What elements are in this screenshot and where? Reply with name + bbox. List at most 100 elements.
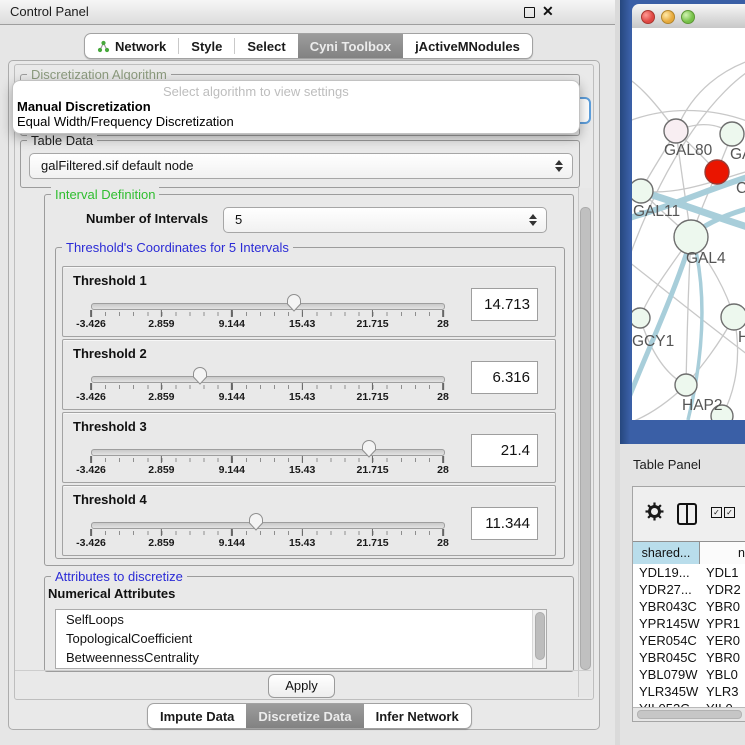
tab-cyni-toolbox[interactable]: Cyni Toolbox [298, 34, 403, 58]
table-data-combo-value: galFiltered.sif default node [41, 154, 193, 178]
attributes-group: Attributes to discretize Numerical Attri… [44, 576, 574, 672]
stepper-icon [554, 160, 563, 172]
float-window-icon[interactable] [524, 7, 535, 18]
tab-discretize-data[interactable]: Discretize Data [246, 704, 363, 728]
column-header-name[interactable]: na [700, 542, 745, 564]
table-data-combo[interactable]: galFiltered.sif default node [29, 153, 573, 179]
label-gal11: GAL11 [633, 203, 680, 220]
apply-button[interactable]: Apply [268, 674, 335, 698]
horizontal-scrollbar[interactable] [633, 707, 745, 721]
threshold-2-slider-track[interactable] [91, 376, 445, 383]
interval-definition-title: Interval Definition [51, 187, 159, 202]
label-gal4: GAL4 [686, 250, 726, 267]
threshold-4-slider-track[interactable] [91, 522, 445, 529]
threshold-coordinates-title: Threshold's Coordinates for 5 Intervals [62, 240, 293, 255]
table-row[interactable]: YPR145WYPR1 [633, 615, 745, 632]
bottom-tab-bar: Impute Data Discretize Data Infer Networ… [147, 703, 472, 729]
node-gal4[interactable] [674, 220, 708, 254]
threshold-1-box: Threshold 1 -3.4262.8599.14415.4321.7152… [62, 266, 556, 337]
minimize-traffic-light[interactable] [661, 10, 675, 24]
network-canvas[interactable]: GAL80 GA C GAL11 GAL4 GCY1 H HAP2 [632, 28, 745, 420]
threshold-2-slider-thumb[interactable] [192, 366, 208, 385]
threshold-2-value-field[interactable]: 6.316 [471, 361, 538, 394]
network-view-window: GAL80 GA C GAL11 GAL4 GCY1 H HAP2 [620, 0, 745, 444]
threshold-2-box: Threshold 2 -3.4262.8599.14415.4321.7152… [62, 339, 556, 410]
top-tab-bar: Network Style Select Cyni Toolbox jActiv… [84, 33, 533, 59]
close-traffic-light[interactable] [641, 10, 655, 24]
tab-select[interactable]: Select [235, 34, 297, 58]
threshold-1-label: Threshold 1 [73, 273, 147, 288]
table-row[interactable]: YBL079WYBL0 [633, 666, 745, 683]
checkbox-icon[interactable]: ✓ [724, 507, 735, 518]
threshold-4-slider-thumb[interactable] [248, 512, 264, 531]
window-title: Control Panel [10, 0, 89, 24]
label-gal80: GAL80 [664, 142, 713, 159]
panel-scrollbar[interactable] [578, 188, 592, 697]
node-gal80[interactable] [664, 119, 688, 143]
threshold-3-slider-thumb[interactable] [361, 439, 377, 458]
list-scrollbar[interactable] [532, 610, 546, 668]
table-rows: YDL19...YDL1 YDR27...YDR2 YBR043CYBR0 YP… [633, 564, 745, 717]
threshold-1-slider-thumb[interactable] [286, 293, 302, 312]
node-gcy1[interactable] [632, 308, 650, 328]
threshold-4-label: Threshold 4 [73, 492, 147, 507]
table-panel: Table Panel ✓ ✓ shared... na YDL19...YDL… [620, 444, 745, 745]
node-hap2[interactable] [675, 374, 697, 396]
label-gcy1: GCY1 [632, 333, 674, 350]
tab-impute-data[interactable]: Impute Data [148, 704, 246, 728]
numerical-attributes-label: Numerical Attributes [48, 586, 175, 601]
number-of-intervals-label: Number of Intervals [86, 211, 208, 226]
threshold-3-value-field[interactable]: 21.4 [471, 434, 538, 467]
tab-network[interactable]: Network [85, 34, 178, 58]
checkbox-icon[interactable]: ✓ [711, 507, 722, 518]
table-row[interactable]: YDL19...YDL1 [633, 564, 745, 581]
option-manual-discretization[interactable]: Manual Discretization [17, 99, 151, 114]
threshold-3-scale: -3.4262.8599.14415.4321.71528 [91, 456, 443, 480]
table-row[interactable]: YDR27...YDR2 [633, 581, 745, 598]
table-row[interactable]: YBR045CYBR0 [633, 649, 745, 666]
threshold-2-label: Threshold 2 [73, 346, 147, 361]
table-header-row: shared... na [633, 541, 745, 565]
tab-infer-network[interactable]: Infer Network [364, 704, 471, 728]
network-icon [97, 40, 110, 53]
threshold-4-scale: -3.4262.8599.14415.4321.71528 [91, 529, 443, 553]
threshold-4-value-field[interactable]: 11.344 [471, 507, 538, 540]
zoom-traffic-light[interactable] [681, 10, 695, 24]
table-data-group-title: Table Data [27, 133, 97, 148]
close-icon[interactable]: ✕ [542, 3, 554, 20]
table-row[interactable]: YBR043CYBR0 [633, 598, 745, 615]
column-header-shared[interactable]: shared... [633, 542, 700, 564]
node-partial-low-right[interactable] [721, 304, 745, 330]
threshold-3-box: Threshold 3 -3.4262.8599.14415.4321.7152… [62, 412, 556, 483]
number-of-intervals-value: 5 [235, 208, 242, 232]
node-gal11[interactable] [632, 179, 653, 203]
threshold-1-slider-track[interactable] [91, 303, 445, 310]
tab-style[interactable]: Style [179, 34, 234, 58]
threshold-3-slider-track[interactable] [91, 449, 445, 456]
label-partial-low-right: H [738, 329, 745, 346]
threshold-3-label: Threshold 3 [73, 419, 147, 434]
threshold-1-value-field[interactable]: 14.713 [471, 288, 538, 321]
number-of-intervals-combo[interactable]: 5 [223, 207, 547, 233]
label-partial-top-right: GA [730, 146, 745, 163]
numerical-attributes-list[interactable]: SelfLoops TopologicalCoefficient Between… [55, 609, 547, 669]
split-columns-icon[interactable] [677, 503, 697, 525]
list-item[interactable]: SelfLoops [56, 610, 546, 629]
table-row[interactable]: YLR345WYLR3 [633, 683, 745, 700]
apply-bar: Apply [15, 670, 591, 698]
stepper-icon [528, 214, 537, 226]
tab-network-label: Network [115, 39, 166, 54]
table-panel-title: Table Panel [633, 457, 701, 472]
node-partial-top-right[interactable] [720, 122, 744, 146]
list-item[interactable]: BetweennessCentrality [56, 648, 546, 667]
tab-jactivemnodules[interactable]: jActiveMNodules [403, 34, 532, 58]
algorithm-popup-hint: Select algorithm to view settings [163, 84, 349, 99]
option-equal-width-frequency[interactable]: Equal Width/Frequency Discretization [17, 114, 234, 129]
list-item[interactable]: TopologicalCoefficient [56, 629, 546, 648]
network-window-titlebar [632, 4, 745, 29]
control-panel-window: Control Panel ✕ Network Style Select Cyn… [0, 0, 615, 745]
node-red-selected[interactable] [705, 160, 729, 184]
gear-icon[interactable] [645, 502, 664, 521]
table-row[interactable]: YER054CYER0 [633, 632, 745, 649]
table-toolbar: ✓ ✓ [633, 487, 745, 541]
